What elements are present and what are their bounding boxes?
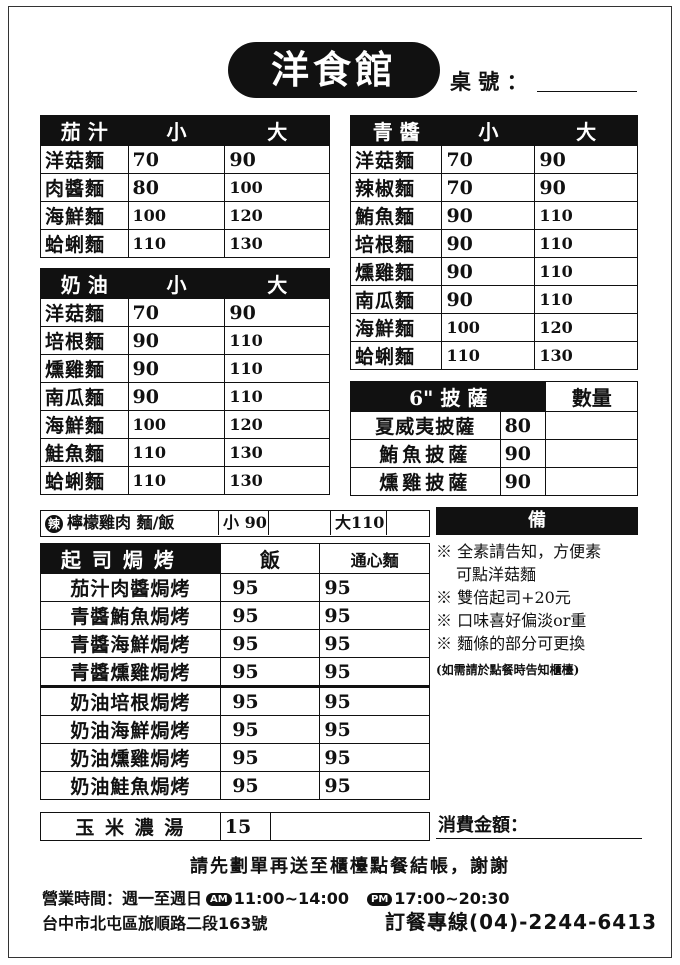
table-row[interactable]: 青醬鮪魚焗烤 95 95: [40, 601, 430, 630]
soup-quantity-cell[interactable]: [269, 812, 431, 841]
pizza-table: 6" 披 薩 數量 夏威夷披薩 80 鮪魚披薩 90 燻雞披薩 90: [349, 381, 638, 496]
table-row[interactable]: 培根麵 90 110: [40, 326, 330, 355]
am-time: 11:00~14:00: [233, 889, 349, 908]
table-row[interactable]: 奶油燻雞焗烤 95 95: [40, 743, 430, 772]
table-row[interactable]: 辣椒麵 70 90: [349, 173, 638, 202]
phone-number[interactable]: 訂餐專線(04)-2244-6413: [385, 906, 657, 935]
order-instruction: 請先劃單再送至櫃檯點餐結帳，謝謝: [190, 856, 510, 877]
pesto-pasta-table: 青 醬 小 大 洋菇麵 70 90 辣椒麵 70 90 鮪魚麵 90 110 培根麵 90 11…: [349, 115, 638, 370]
notes-header: 備 註: [436, 507, 638, 559]
pizza-header: 6" 披 薩: [349, 381, 547, 412]
restaurant-title: 洋食館: [228, 42, 440, 98]
table-row[interactable]: 奶油海鮮焗烤 95 95: [40, 715, 430, 744]
note-line: 可點洋菇麵: [456, 565, 537, 584]
pesto-header: 青 醬: [349, 115, 443, 146]
table-row[interactable]: 洋菇麵 70 90: [40, 145, 330, 174]
large-header: 大: [224, 115, 330, 146]
table-row[interactable]: 海鮮麵 100 120: [40, 201, 330, 230]
table-row[interactable]: 培根麵 90 110: [349, 229, 638, 258]
table-row[interactable]: 蛤蜊麵 110 130: [40, 466, 330, 495]
small-header: 小: [127, 115, 226, 146]
table-row[interactable]: 青醬燻雞焗烤 95 95: [40, 657, 430, 687]
table-row[interactable]: 燻雞麵 90 110: [40, 354, 330, 383]
bake-header: 起 司 焗 烤: [40, 543, 221, 574]
corn-soup-table: 玉 米 濃 湯 15: [40, 812, 431, 841]
tomato-pasta-table: 茄 汁 小 大 洋菇麵 70 90 肉醬麵 80 100 海鮮麵 100 120 蛤蜊麵 11…: [40, 115, 330, 258]
hours-label: 營業時間：週一至週日: [42, 889, 203, 908]
table-row[interactable]: 奶油培根焗烤 95 95: [40, 686, 430, 716]
table-row[interactable]: 鮪魚披薩 90: [350, 439, 638, 468]
soup-name: 玉 米 濃 湯: [40, 812, 221, 841]
notes-list: ※ 全素請告知，方便素 可點洋菇麵 ※ 雙倍起司+20元 ※ 口味喜好偏淡or重…: [436, 540, 646, 682]
table-row[interactable]: 燻雞麵 90 110: [349, 257, 638, 286]
table-row[interactable]: 海鮮麵 100 120: [40, 410, 330, 439]
small-price: 小 90: [219, 511, 269, 535]
small-header: 小: [441, 115, 536, 146]
table-row[interactable]: 夏威夷披薩 80: [350, 411, 638, 440]
spend-label: 消費金額：: [438, 815, 528, 836]
note-line: ※ 雙倍起司+20元: [436, 588, 571, 607]
rice-header: 飯: [219, 543, 321, 574]
table-row[interactable]: 鮪魚麵 90 110: [349, 201, 638, 230]
quantity-header: 數量: [545, 381, 638, 412]
table-row[interactable]: 洋菇麵 70 90: [349, 145, 638, 174]
cream-header: 奶 油: [40, 268, 129, 299]
spend-field[interactable]: [436, 838, 642, 839]
table-row[interactable]: 茄汁肉醬焗烤 95 95: [40, 573, 430, 602]
quantity-cell[interactable]: [545, 467, 638, 496]
pm-badge: PM: [366, 893, 393, 906]
am-badge: AM: [206, 893, 232, 906]
table-row[interactable]: 肉醬麵 80 100: [40, 173, 330, 202]
large-price: 大110: [331, 511, 387, 535]
table-number-field[interactable]: [537, 91, 637, 92]
spicy-icon: 辣: [45, 514, 63, 533]
table-row[interactable]: 蛤蜊麵 110 130: [349, 341, 638, 370]
table-row[interactable]: 奶油鮭魚焗烤 95 95: [40, 771, 430, 800]
note-line: ※ 口味喜好偏淡or重: [436, 611, 587, 630]
small-header: 小: [127, 268, 226, 299]
table-row[interactable]: 海鮮麵 100 120: [349, 313, 638, 342]
tomato-header: 茄 汁: [40, 115, 129, 146]
note-line: ※ 麵條的部分可更換: [436, 634, 586, 653]
cream-pasta-table: 奶 油 小 大 洋菇麵 70 90 培根麵 90 110 燻雞麵 90 110 南瓜麵 90 1…: [40, 268, 330, 495]
cheese-bake-table: 起 司 焗 烤 飯 通心麵 茄汁肉醬焗烤 95 95 青醬鮪魚焗烤 95 95 青醬海鮮…: [40, 543, 430, 800]
table-number-label: 桌 號 ：: [450, 69, 528, 94]
note-line: (如需請於點餐時告知櫃檯): [436, 663, 580, 677]
table-row[interactable]: 玉 米 濃 湯 15: [40, 812, 431, 841]
table-row[interactable]: 南瓜麵 90 110: [349, 285, 638, 314]
table-row[interactable]: 蛤蜊麵 110 130: [40, 229, 330, 258]
quantity-cell[interactable]: [545, 439, 638, 468]
macaroni-header: 通心麵: [319, 543, 430, 574]
table-row[interactable]: 南瓜麵 90 110: [40, 382, 330, 411]
table-row[interactable]: 鮭魚麵 110 130: [40, 438, 330, 467]
table-row[interactable]: 燻雞披薩 90: [350, 467, 638, 496]
lemon-chicken-name: 檸檬雞肉 麵/飯: [67, 513, 175, 532]
large-header: 大: [224, 268, 330, 299]
large-header: 大: [534, 115, 638, 146]
quantity-cell[interactable]: [545, 411, 638, 440]
table-row[interactable]: 青醬海鮮焗烤 95 95: [40, 629, 430, 658]
address: 台中市北屯區旅順路二段163號: [42, 914, 268, 933]
soup-price: 15: [219, 812, 271, 841]
table-row[interactable]: 洋菇麵 70 90: [40, 298, 330, 327]
note-line: ※ 全素請告知，方便素: [436, 542, 602, 561]
lemon-chicken-row[interactable]: 辣檸檬雞肉 麵/飯 小 90 大110: [40, 510, 430, 537]
